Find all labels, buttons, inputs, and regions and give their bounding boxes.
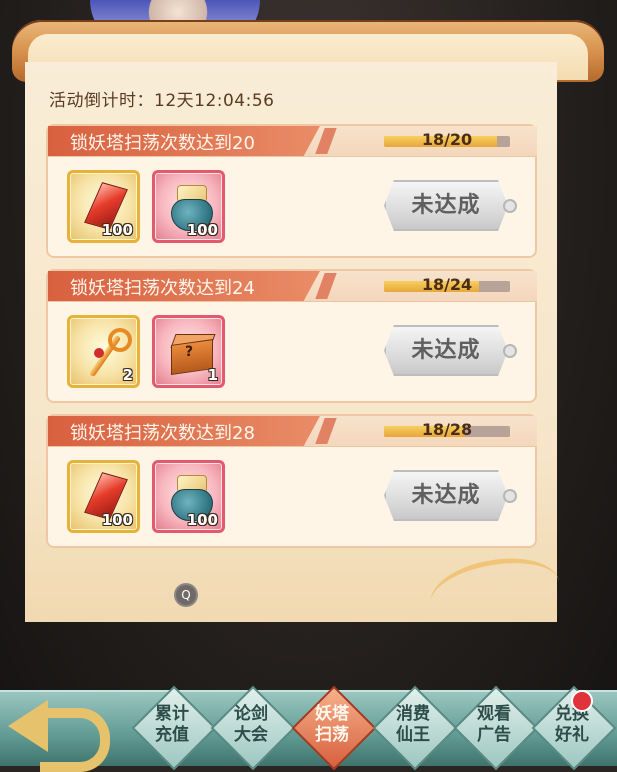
reward-item[interactable]: 100 <box>67 460 140 533</box>
reward-qty: 1 <box>207 366 218 384</box>
tab-spending-king[interactable]: 消费 仙王 <box>372 685 458 771</box>
back-button[interactable] <box>4 688 116 772</box>
claim-button[interactable]: 未达成 <box>384 325 508 376</box>
tab-label: 观看 广告 <box>477 704 511 745</box>
reward-qty: 100 <box>186 511 218 529</box>
help-button[interactable]: Q <box>176 585 196 605</box>
reward-item[interactable]: ? 1 <box>152 315 225 388</box>
tab-label: 消费 仙王 <box>396 704 430 745</box>
progress-text: 18/28 <box>421 420 473 439</box>
mystery-box-icon: ? <box>169 332 216 375</box>
countdown-value: 12天12:04:56 <box>154 91 275 111</box>
tab-label: 累计 充值 <box>155 704 189 745</box>
reward-qty: 100 <box>101 221 133 239</box>
tab-tower-sweep[interactable]: 妖塔 扫荡 <box>291 685 377 771</box>
task-card: 锁妖塔扫荡次数达到24 18/24 2 ? 1 未达成 <box>46 269 537 403</box>
tab-label: 妖塔 扫荡 <box>315 704 349 745</box>
tab-watch-ads[interactable]: 观看 广告 <box>453 685 539 771</box>
tab-label: 兑换 好礼 <box>555 704 589 745</box>
tab-sword-conference[interactable]: 论剑 大会 <box>210 685 296 771</box>
reward-item[interactable]: 100 <box>152 170 225 243</box>
claim-button[interactable]: 未达成 <box>384 470 508 521</box>
reward-qty: 100 <box>101 511 133 529</box>
tab-label: 论剑 大会 <box>234 704 268 745</box>
countdown: 活动倒计时：12天12:04:56 <box>49 86 274 111</box>
button-knob-icon <box>503 489 517 503</box>
tab-cumulative-recharge[interactable]: 累计 充值 <box>131 685 217 771</box>
return-arc-icon <box>40 708 110 772</box>
reward-item[interactable]: 100 <box>67 170 140 243</box>
button-knob-icon <box>503 344 517 358</box>
claim-button[interactable]: 未达成 <box>384 180 508 231</box>
reward-qty: 2 <box>122 366 133 384</box>
task-title: 锁妖塔扫荡次数达到28 <box>70 423 255 444</box>
reward-qty: 100 <box>186 221 218 239</box>
task-title: 锁妖塔扫荡次数达到24 <box>70 278 255 299</box>
reward-item[interactable]: 2 <box>67 315 140 388</box>
progress-text: 18/20 <box>421 130 473 149</box>
progress-text: 18/24 <box>421 275 473 294</box>
task-title: 锁妖塔扫荡次数达到20 <box>70 133 255 154</box>
notification-badge <box>571 690 593 712</box>
task-card: 锁妖塔扫荡次数达到20 18/20 100 100 未达成 <box>46 124 537 258</box>
countdown-label: 活动倒计时： <box>49 91 154 111</box>
button-knob-icon <box>503 199 517 213</box>
task-card: 锁妖塔扫荡次数达到28 18/28 100 100 未达成 <box>46 414 537 548</box>
reward-item[interactable]: 100 <box>152 460 225 533</box>
